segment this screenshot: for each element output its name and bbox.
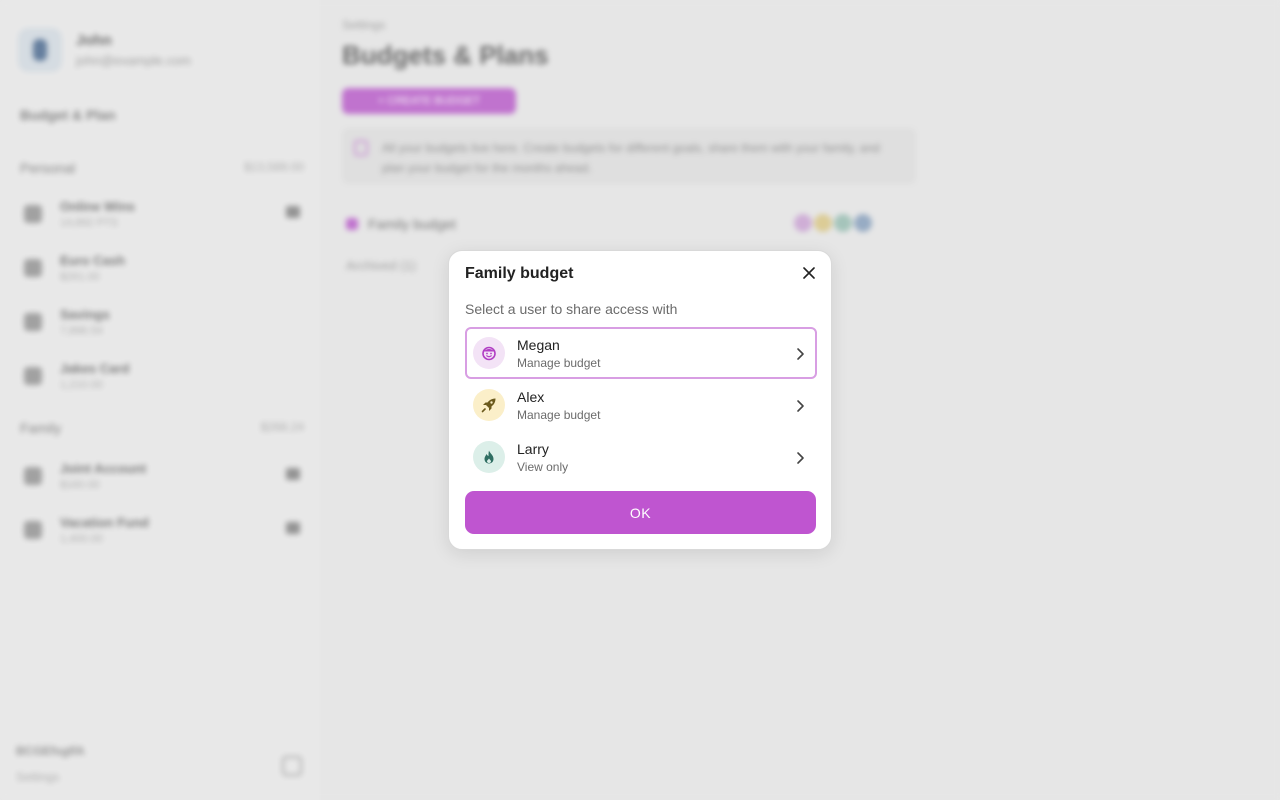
chevron-right-icon (797, 400, 804, 412)
chevron-right-icon (797, 348, 804, 360)
fire-icon (484, 450, 494, 464)
close-button[interactable] (799, 263, 819, 283)
user-avatar (473, 337, 505, 369)
rocket-icon (481, 398, 496, 413)
ok-button[interactable]: OK (465, 491, 816, 534)
user-role: View only (517, 460, 569, 474)
user-row-megan[interactable]: Megan Manage budget (465, 327, 817, 379)
user-row-larry[interactable]: Larry View only (465, 431, 817, 483)
share-dialog: Family budget Select a user to share acc… (448, 250, 832, 550)
user-list: Megan Manage budget Alex Manage budget L… (465, 327, 817, 483)
user-name: Alex (517, 389, 545, 405)
user-name: Larry (517, 441, 549, 457)
user-avatar (473, 389, 505, 421)
close-icon (803, 267, 815, 279)
user-role: Manage budget (517, 408, 601, 422)
user-role: Manage budget (517, 356, 601, 370)
user-row-alex[interactable]: Alex Manage budget (465, 379, 817, 431)
dialog-title: Family budget (465, 265, 574, 282)
smiley-icon (482, 346, 496, 361)
user-name: Megan (517, 337, 560, 353)
chevron-right-icon (797, 452, 804, 464)
user-avatar (473, 441, 505, 473)
dialog-subtitle: Select a user to share access with (465, 301, 678, 317)
